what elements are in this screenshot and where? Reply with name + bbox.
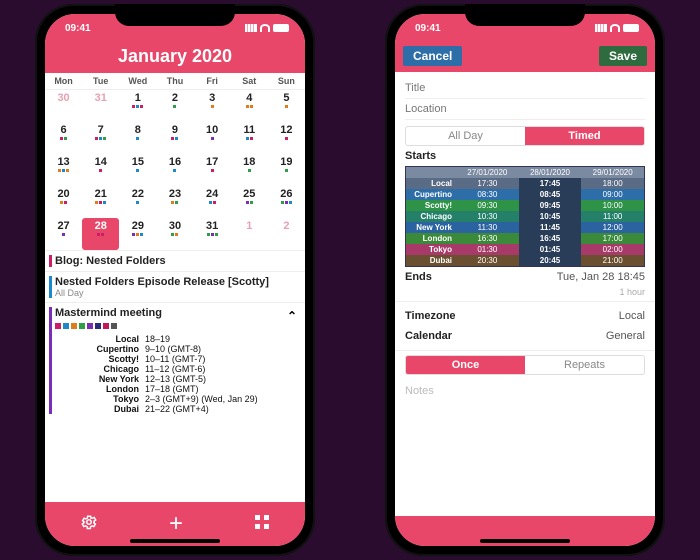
editor-header: Cancel Save [395, 42, 655, 72]
day-cell[interactable]: 12 [268, 122, 305, 154]
allday-timed-segment[interactable]: All Day Timed [405, 126, 645, 146]
day-cell[interactable]: 2 [156, 90, 193, 122]
segment-repeats[interactable]: Repeats [525, 356, 644, 374]
event-list: Blog: Nested FoldersNested Folders Episo… [45, 250, 305, 502]
day-cell[interactable]: 3 [194, 90, 231, 122]
month-grid[interactable]: 3031123456789101112131415161718192021222… [45, 90, 305, 250]
view-grid-icon[interactable] [254, 514, 270, 535]
location-field[interactable]: Location [405, 99, 645, 120]
day-cell[interactable]: 20 [45, 186, 82, 218]
day-cell[interactable]: 1 [231, 218, 268, 250]
status-time: 09:41 [65, 23, 91, 34]
dow-cell: Fri [194, 73, 231, 89]
day-cell[interactable]: 31 [194, 218, 231, 250]
event-item[interactable]: Mastermind meeting⌃Local18–19Cupertino9–… [45, 302, 305, 418]
day-cell[interactable]: 30 [45, 90, 82, 122]
signal-icon [595, 24, 607, 32]
day-cell[interactable]: 17 [194, 154, 231, 186]
day-cell[interactable]: 26 [268, 186, 305, 218]
dow-cell: Sun [268, 73, 305, 89]
day-cell[interactable]: 27 [45, 218, 82, 250]
day-cell[interactable]: 14 [82, 154, 119, 186]
segment-timed[interactable]: Timed [525, 127, 644, 145]
dow-cell: Mon [45, 73, 82, 89]
timezone-value[interactable]: Local [619, 310, 645, 322]
day-cell[interactable]: 2 [268, 218, 305, 250]
day-cell[interactable]: 24 [194, 186, 231, 218]
day-cell[interactable]: 18 [231, 154, 268, 186]
title-field[interactable]: Title [405, 78, 645, 99]
day-cell[interactable]: 4 [231, 90, 268, 122]
calendar-label[interactable]: Calendar [405, 330, 452, 342]
day-cell[interactable]: 16 [156, 154, 193, 186]
day-cell[interactable]: 21 [82, 186, 119, 218]
duration-label: 1 hour [405, 287, 645, 297]
wifi-icon [610, 24, 620, 32]
timezone-time-grid[interactable]: 27/01/202028/01/202029/01/2020Local17:30… [405, 166, 645, 267]
day-cell[interactable]: 8 [119, 122, 156, 154]
day-cell[interactable]: 30 [156, 218, 193, 250]
segment-once[interactable]: Once [406, 356, 525, 374]
wifi-icon [260, 24, 270, 32]
day-cell[interactable]: 25 [231, 186, 268, 218]
calendar-value[interactable]: General [606, 330, 645, 342]
notch [115, 4, 235, 26]
day-cell[interactable]: 6 [45, 122, 82, 154]
phone-event-editor: 09:41 Cancel Save Title Location All Day… [385, 4, 665, 556]
collapse-icon[interactable]: ⌃ [287, 309, 297, 323]
day-cell[interactable]: 22 [119, 186, 156, 218]
day-cell[interactable]: 15 [119, 154, 156, 186]
battery-icon [273, 24, 289, 32]
settings-icon[interactable] [80, 513, 98, 536]
notch [465, 4, 585, 26]
event-item[interactable]: Blog: Nested Folders [45, 250, 305, 271]
day-cell[interactable]: 23 [156, 186, 193, 218]
dow-cell: Sat [231, 73, 268, 89]
day-cell[interactable]: 7 [82, 122, 119, 154]
phone-calendar-view: 09:41 January 2020 MonTueWedThuFriSatSun… [35, 4, 315, 556]
dow-header: MonTueWedThuFriSatSun [45, 73, 305, 90]
ends-value[interactable]: Tue, Jan 28 18:45 [557, 271, 645, 283]
add-event-icon[interactable]: + [169, 510, 183, 538]
cancel-button[interactable]: Cancel [403, 46, 462, 66]
starts-label: Starts [405, 150, 436, 162]
home-indicator[interactable] [480, 539, 570, 543]
segment-allday[interactable]: All Day [406, 127, 525, 145]
day-cell[interactable]: 31 [82, 90, 119, 122]
timezone-label[interactable]: Timezone [405, 310, 456, 322]
signal-icon [245, 24, 257, 32]
day-cell[interactable]: 19 [268, 154, 305, 186]
day-cell[interactable]: 1 [119, 90, 156, 122]
day-cell[interactable]: 9 [156, 122, 193, 154]
battery-icon [623, 24, 639, 32]
month-title[interactable]: January 2020 [45, 42, 305, 73]
notes-field[interactable]: Notes [405, 381, 645, 401]
recurrence-segment[interactable]: Once Repeats [405, 355, 645, 375]
home-indicator[interactable] [130, 539, 220, 543]
event-item[interactable]: Nested Folders Episode Release [Scotty]A… [45, 271, 305, 302]
day-cell[interactable]: 11 [231, 122, 268, 154]
save-button[interactable]: Save [599, 46, 647, 66]
dow-cell: Tue [82, 73, 119, 89]
ends-label[interactable]: Ends [405, 271, 432, 283]
status-time: 09:41 [415, 23, 441, 34]
dow-cell: Wed [119, 73, 156, 89]
day-cell[interactable]: 5 [268, 90, 305, 122]
day-cell[interactable]: 29 [119, 218, 156, 250]
day-cell[interactable]: 10 [194, 122, 231, 154]
dow-cell: Thu [156, 73, 193, 89]
day-cell[interactable]: 28 [82, 218, 119, 250]
day-cell[interactable]: 13 [45, 154, 82, 186]
